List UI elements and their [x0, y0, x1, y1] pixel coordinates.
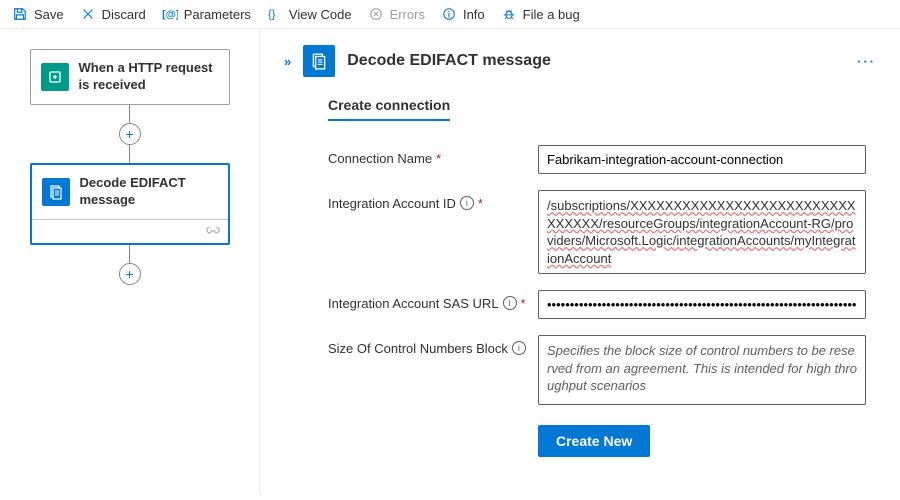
- errors-icon: [368, 6, 384, 22]
- row-block-size: Size Of Control Numbers Block i Specifie…: [328, 335, 866, 405]
- required-asterisk: *: [478, 196, 483, 211]
- trigger-label: When a HTTP request is received: [79, 60, 219, 94]
- parameters-label: Parameters: [184, 7, 251, 22]
- create-new-button[interactable]: Create New: [538, 425, 650, 457]
- connector-line: [129, 145, 130, 163]
- link-icon: [206, 226, 220, 236]
- tab-bar: Create connection: [284, 97, 876, 121]
- filebug-button[interactable]: File a bug: [501, 6, 580, 22]
- block-size-input[interactable]: Specifies the block size of control numb…: [538, 335, 866, 405]
- detail-panel: » Decode EDIFACT message ··· Create conn…: [260, 29, 900, 493]
- info-label: Info: [463, 7, 485, 22]
- row-connection-name: Connection Name *: [328, 145, 866, 174]
- panel-edifact-icon: [303, 45, 335, 77]
- label-integration-account-id: Integration Account ID i *: [328, 190, 538, 211]
- label-sas-url: Integration Account SAS URL i *: [328, 290, 538, 311]
- action-node[interactable]: Decode EDIFACT message: [30, 163, 230, 245]
- save-icon: [12, 6, 28, 22]
- save-label: Save: [34, 7, 64, 22]
- svg-text:{}: {}: [268, 9, 276, 21]
- action-footer: [32, 219, 228, 243]
- info-icon[interactable]: i: [512, 341, 526, 355]
- info-icon[interactable]: i: [460, 196, 474, 210]
- sas-url-input[interactable]: [538, 290, 866, 319]
- row-sas-url: Integration Account SAS URL i *: [328, 290, 866, 319]
- braces-icon: {}: [267, 6, 283, 22]
- viewcode-label: View Code: [289, 7, 352, 22]
- trigger-node[interactable]: When a HTTP request is received: [30, 49, 230, 105]
- panel-header: » Decode EDIFACT message ···: [284, 45, 876, 77]
- tab-create-connection[interactable]: Create connection: [328, 97, 450, 121]
- save-button[interactable]: Save: [12, 6, 64, 22]
- designer-canvas: When a HTTP request is received + Decode…: [0, 29, 260, 493]
- errors-button[interactable]: Errors: [368, 6, 425, 22]
- edifact-icon: [42, 178, 70, 206]
- filebug-label: File a bug: [523, 7, 580, 22]
- parameters-icon: [@]: [162, 6, 178, 22]
- discard-label: Discard: [102, 7, 146, 22]
- label-connection-name: Connection Name *: [328, 145, 538, 166]
- panel-title: Decode EDIFACT message: [347, 52, 845, 70]
- required-asterisk: *: [436, 151, 441, 166]
- parameters-button[interactable]: [@] Parameters: [162, 6, 251, 22]
- info-icon: [441, 6, 457, 22]
- http-trigger-icon: [41, 63, 69, 91]
- required-asterisk: *: [521, 296, 526, 311]
- workspace: When a HTTP request is received + Decode…: [0, 29, 900, 493]
- add-step-button[interactable]: +: [119, 263, 141, 285]
- viewcode-button[interactable]: {} View Code: [267, 6, 352, 22]
- collapse-icon[interactable]: »: [284, 54, 291, 69]
- connector-line: [129, 105, 130, 123]
- action-label: Decode EDIFACT message: [80, 175, 218, 209]
- row-integration-account-id: Integration Account ID i * /subscription…: [328, 190, 866, 274]
- more-menu-button[interactable]: ···: [857, 54, 876, 69]
- info-button[interactable]: Info: [441, 6, 485, 22]
- add-step-button[interactable]: +: [119, 123, 141, 145]
- info-icon[interactable]: i: [503, 296, 517, 310]
- action-header: Decode EDIFACT message: [32, 165, 228, 219]
- integration-account-id-input[interactable]: /subscriptions/XXXXXXXXXXXXXXXXXXXXXXXXX…: [538, 190, 866, 274]
- toolbar: Save Discard [@] Parameters {} View Code…: [0, 0, 900, 29]
- bug-icon: [501, 6, 517, 22]
- connector-line: [129, 245, 130, 263]
- label-block-size: Size Of Control Numbers Block i: [328, 335, 538, 356]
- errors-label: Errors: [390, 7, 425, 22]
- connection-form: Connection Name * Integration Account ID…: [284, 145, 876, 457]
- discard-button[interactable]: Discard: [80, 6, 146, 22]
- discard-icon: [80, 6, 96, 22]
- svg-text:[@]: [@]: [162, 9, 178, 21]
- connection-name-input[interactable]: [538, 145, 866, 174]
